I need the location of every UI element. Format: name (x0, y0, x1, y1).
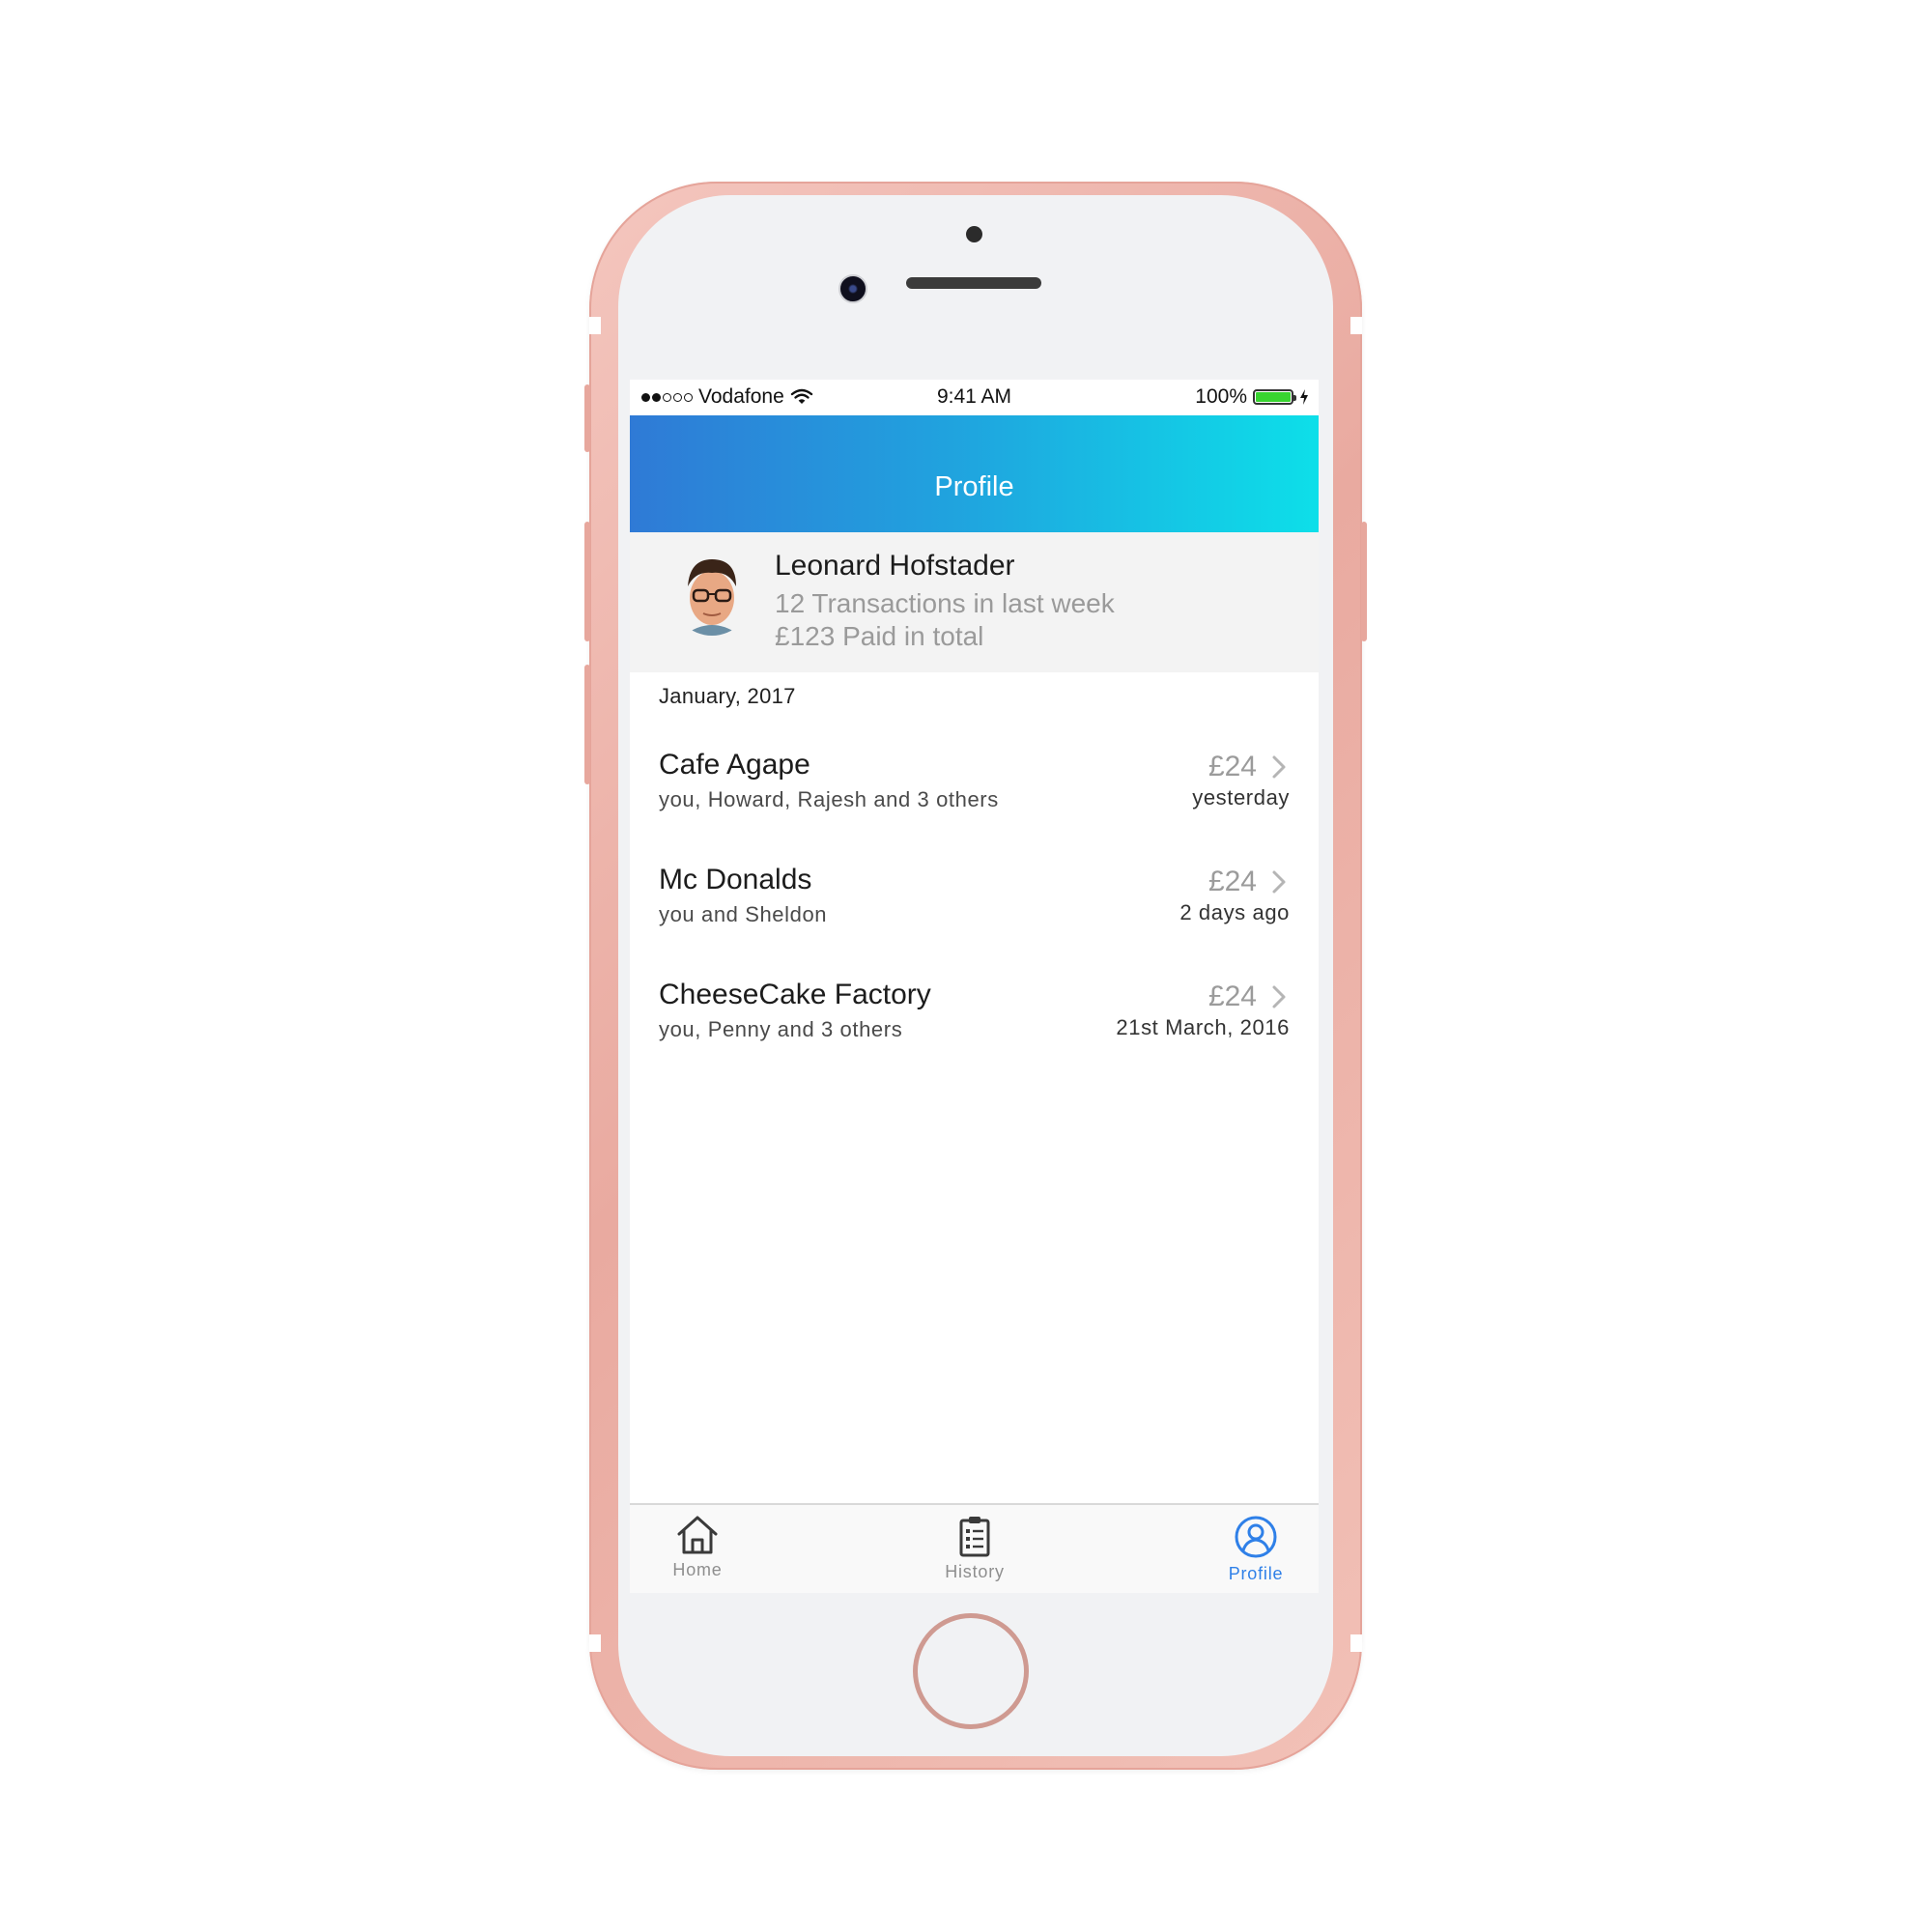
battery-fill (1256, 392, 1291, 402)
mute-switch (584, 384, 590, 452)
status-bar: Vodafone 9:41 AM 100% (630, 380, 1319, 415)
tab-history[interactable]: History (907, 1515, 1042, 1582)
tab-profile[interactable]: Profile (1188, 1515, 1319, 1584)
transaction-title: Mc Donalds (659, 864, 812, 895)
charging-bolt-icon (1300, 389, 1308, 405)
transaction-amount: £24 (1208, 980, 1257, 1012)
transaction-row-cafe-agape[interactable]: Cafe Agape you, Howard, Rajesh and 3 oth… (630, 749, 1319, 855)
user-circle-icon (1235, 1516, 1277, 1558)
antenna-band (1350, 317, 1362, 334)
antenna-band (589, 1634, 601, 1652)
antenna-band (589, 317, 601, 334)
earpiece-speaker (906, 277, 1041, 289)
chevron-right-icon (1272, 755, 1286, 779)
status-right: 100% (1195, 385, 1309, 409)
antenna-band (1350, 1634, 1362, 1652)
home-button[interactable] (913, 1613, 1029, 1729)
front-camera (838, 274, 867, 303)
transaction-title: CheeseCake Factory (659, 979, 931, 1010)
profile-paid-total: £123 Paid in total (775, 621, 984, 651)
transaction-people: you, Penny and 3 others (659, 1017, 903, 1041)
transaction-date: 21st March, 2016 (1116, 1015, 1290, 1039)
transaction-people: you, Howard, Rajesh and 3 others (659, 787, 999, 811)
section-header: January, 2017 (659, 684, 796, 708)
chevron-right-icon (1272, 870, 1286, 894)
transaction-date: yesterday (1192, 785, 1290, 810)
transaction-amount: £24 (1208, 866, 1257, 897)
tab-bar: Home History Profile (630, 1503, 1319, 1593)
transaction-row-mc-donalds[interactable]: Mc Donalds you and Sheldon £24 2 days ag… (630, 864, 1319, 970)
app-screen: Vodafone 9:41 AM 100% Profile Leonard Ho… (630, 380, 1319, 1593)
page-title: Profile (934, 471, 1014, 502)
transaction-date: 2 days ago (1179, 900, 1290, 924)
volume-up-button (584, 522, 590, 641)
clipboard-list-icon (959, 1517, 990, 1557)
avatar (672, 556, 752, 636)
battery-icon (1253, 389, 1296, 405)
transaction-people: you and Sheldon (659, 902, 828, 926)
profile-card: Leonard Hofstader 12 Transactions in las… (630, 532, 1319, 672)
profile-transactions: 12 Transactions in last week (775, 588, 1115, 618)
power-button (1361, 522, 1367, 641)
proximity-sensor (966, 226, 982, 242)
transaction-row-cheesecake-factory[interactable]: CheeseCake Factory you, Penny and 3 othe… (630, 979, 1319, 1085)
transaction-amount: £24 (1208, 751, 1257, 782)
tab-home-label: Home (672, 1560, 723, 1579)
transaction-title: Cafe Agape (659, 749, 810, 781)
nav-bar: Profile (630, 415, 1319, 532)
battery-percent: 100% (1195, 385, 1247, 408)
tab-profile-label: Profile (1228, 1564, 1284, 1583)
chevron-right-icon (1272, 985, 1286, 1009)
tab-history-label: History (945, 1562, 1005, 1581)
volume-down-button (584, 665, 590, 784)
home-icon (677, 1516, 718, 1554)
profile-name: Leonard Hofstader (775, 550, 1015, 582)
tab-home[interactable]: Home (630, 1515, 765, 1580)
